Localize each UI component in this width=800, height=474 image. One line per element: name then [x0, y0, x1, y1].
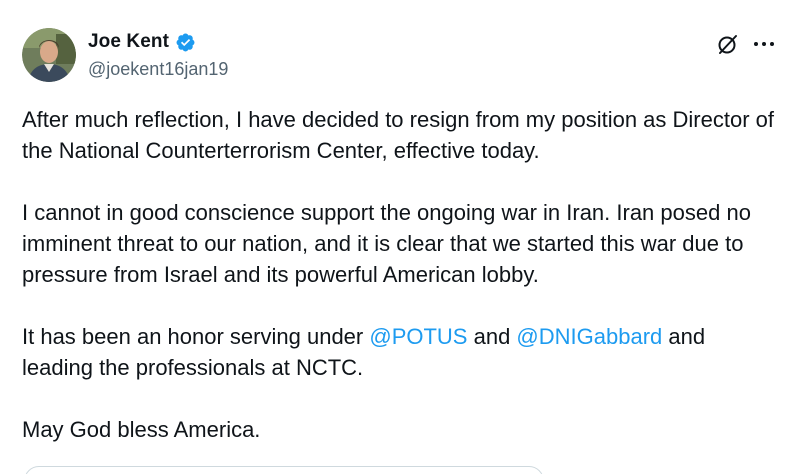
- author-name-row: Joe Kent: [88, 31, 196, 53]
- mention-dnigabbard[interactable]: @DNIGabbard: [516, 324, 662, 349]
- mention-potus[interactable]: @POTUS: [369, 324, 467, 349]
- author-display-name[interactable]: Joe Kent: [88, 31, 169, 53]
- tweet-text-segment: It has been an honor serving under: [22, 324, 370, 349]
- more-options-button[interactable]: [752, 33, 776, 55]
- tweet-card: Joe Kent @joekent16jan19 After much refl…: [0, 0, 800, 474]
- tweet-paragraph-4: May God bless America.: [22, 417, 261, 442]
- tweet-paragraph-1: After much reflection, I have decided to…: [22, 107, 774, 163]
- tweet-body: After much reflection, I have decided to…: [22, 104, 782, 445]
- tweet-text-segment: and: [467, 324, 517, 349]
- avatar[interactable]: [22, 28, 76, 82]
- grok-button[interactable]: [715, 31, 741, 57]
- embedded-content-card[interactable]: [24, 466, 544, 474]
- verified-badge-icon: [176, 33, 195, 51]
- profile-photo-icon: [22, 28, 76, 82]
- grok-icon: [718, 35, 737, 54]
- tweet-paragraph-3: It has been an honor serving under @POTU…: [22, 321, 782, 383]
- more-dots-icon: [754, 42, 774, 46]
- tweet-paragraph-2: I cannot in good conscience support the …: [22, 200, 751, 287]
- author-handle[interactable]: @joekent16jan19: [88, 59, 228, 80]
